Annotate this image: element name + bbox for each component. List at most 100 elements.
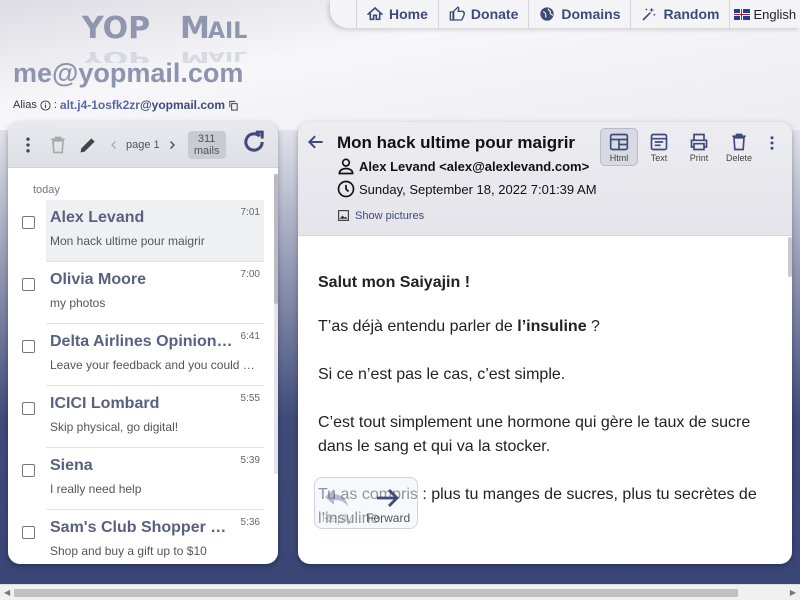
edit-pencil-icon[interactable] (78, 135, 98, 155)
mail-item[interactable]: ICICI Lombard 5:55 Skip physical, go dig… (22, 386, 264, 448)
p1-text: T’as déjà entendu parler de (318, 318, 518, 335)
message-date: Sunday, September 18, 2022 7:01:39 AM (359, 181, 597, 197)
alias-label: Alias (13, 99, 37, 111)
mail-time: 7:00 (240, 269, 260, 280)
mails-count-badge: 311 mails (187, 130, 226, 159)
message-greeting: Salut mon Saiyajin ! (318, 274, 471, 291)
svg-text:YOP: YOP (81, 11, 150, 46)
more-vert-icon[interactable] (763, 134, 781, 152)
inbox-panel: page 1 311 mails today Alex Levand 7:01 … (8, 122, 278, 564)
mail-checkbox[interactable] (22, 402, 35, 415)
inbox-scrollbar-thumb[interactable] (274, 174, 278, 304)
print-label: Print (689, 152, 709, 163)
mail-time: 7:01 (240, 207, 260, 218)
page-label: page 1 (126, 138, 160, 151)
mailbox-address: me@yopmail.com (13, 58, 244, 88)
nav-home[interactable]: Home (356, 0, 438, 28)
sender: Alex Levand <alex@alexlevand.com> (359, 158, 590, 174)
mail-subject: Shop and buy a gift up to $10 (50, 544, 207, 558)
yopmail-logo-mark: YOP M AIL YOP M AIL (81, 11, 248, 69)
reply-icon (325, 489, 349, 507)
mail-checkbox[interactable] (22, 278, 35, 291)
chevron-left-icon[interactable] (108, 139, 120, 151)
mail-item[interactable]: Olivia Moore 7:00 my photos (22, 262, 264, 324)
top-nav: Home Donate Domains Random English (330, 0, 800, 28)
text-view-icon (650, 133, 668, 150)
message-paragraph: T’as déjà entendu parler de l’insuline ? (318, 315, 778, 339)
scroll-left-arrow-icon[interactable]: ◀ (4, 588, 10, 597)
mail-checkbox[interactable] (22, 340, 35, 353)
nav-random[interactable]: Random (630, 0, 729, 28)
nav-donate-label: Donate (470, 6, 519, 22)
mail-time: 5:55 (240, 393, 260, 404)
mail-subject: Mon hack ultime pour maigrir (50, 234, 205, 248)
nav-domains-label: Domains (561, 6, 621, 22)
alias-value[interactable]: alt.j4-1osfk2zr (60, 98, 140, 112)
mail-checkbox[interactable] (22, 464, 35, 477)
mails-count-label: mails (193, 144, 220, 157)
mail-time: 5:39 (240, 455, 260, 466)
chevron-right-icon[interactable] (166, 139, 178, 151)
page-horizontal-scrollbar[interactable]: ◀ ▶ (0, 584, 800, 600)
more-vert-icon[interactable] (18, 135, 38, 155)
mail-item[interactable]: Siena 5:39 I really need help (22, 448, 264, 510)
mail-subject: Leave your feedback and you could … (50, 358, 255, 372)
mail-from: Olivia Moore (50, 271, 147, 288)
nav-random-label: Random (663, 6, 720, 22)
refresh-button[interactable] (240, 128, 268, 161)
mail-checkbox[interactable] (22, 526, 35, 539)
image-icon (338, 210, 349, 221)
message-header: Mon hack ultime pour maigrir Html Text P… (298, 122, 792, 236)
clock-icon (337, 180, 355, 198)
mail-from: ICICI Lombard (50, 395, 160, 412)
refresh-icon (244, 130, 264, 152)
mail-item[interactable]: Sam's Club Shopper … 5:36 Shop and buy a… (22, 510, 264, 564)
mail-subject: I really need help (50, 482, 142, 496)
globe-icon (540, 7, 555, 21)
mail-from: Siena (50, 457, 93, 474)
text-view-button[interactable]: Text (640, 128, 678, 166)
mail-from: Sam's Club Shopper … (50, 519, 227, 536)
html-view-icon (609, 133, 629, 150)
home-icon (367, 6, 383, 21)
p1-after: ? (586, 318, 600, 335)
mail-item[interactable]: Alex Levand 7:01 Mon hack ultime pour ma… (22, 200, 264, 262)
mail-time: 6:41 (240, 331, 260, 342)
language-label: English (753, 6, 797, 22)
trash-icon[interactable] (48, 135, 68, 155)
nav-donate[interactable]: Donate (437, 0, 528, 28)
sender-row: Alex Levand <alex@alexlevand.com> (336, 156, 589, 176)
back-arrow-icon[interactable] (306, 132, 326, 152)
mail-item[interactable]: Delta Airlines Opinion… 6:41 Leave your … (22, 324, 264, 386)
svg-text:AIL: AIL (208, 19, 247, 44)
alias-separator: : (53, 99, 57, 111)
alias-domain: @yopmail.com (139, 98, 226, 112)
forward-label: Forward (366, 511, 411, 525)
nav-domains[interactable]: Domains (528, 0, 630, 28)
forward-button[interactable]: Forward (366, 485, 410, 525)
yopmail-logo[interactable]: YOP M AIL YOP M AIL (80, 8, 255, 69)
delete-button[interactable]: Delete (720, 128, 758, 166)
info-icon[interactable] (40, 99, 51, 111)
message-body: Salut mon Saiyajin ! T’as déjà entendu p… (298, 237, 792, 564)
message-scrollbar-thumb[interactable] (788, 237, 792, 277)
html-view-button[interactable]: Html (600, 128, 638, 166)
day-label: today (33, 184, 60, 196)
show-pictures-label: Show pictures (355, 209, 425, 222)
mail-checkbox[interactable] (22, 216, 35, 229)
show-pictures-link[interactable]: Show pictures (337, 209, 424, 222)
date-row: Sunday, September 18, 2022 7:01:39 AM (336, 179, 597, 199)
reply-label: Reply (321, 511, 353, 525)
reply-button[interactable]: Reply (322, 485, 353, 525)
message-paragraph: Si ce n’est pas le cas, c’est simple. (318, 366, 566, 383)
thumb-up-icon (449, 6, 465, 21)
magic-wand-icon (642, 7, 657, 21)
language-selector[interactable]: English (729, 0, 800, 28)
message-tools: Html Text Print Delete (600, 128, 758, 166)
message-panel: Mon hack ultime pour maigrir Html Text P… (298, 122, 792, 564)
copy-icon[interactable] (228, 100, 239, 111)
horizontal-scrollbar-thumb[interactable] (14, 589, 738, 597)
scroll-right-arrow-icon[interactable]: ▶ (790, 588, 796, 597)
mail-from: Delta Airlines Opinion… (50, 333, 233, 350)
print-button[interactable]: Print (680, 128, 718, 166)
